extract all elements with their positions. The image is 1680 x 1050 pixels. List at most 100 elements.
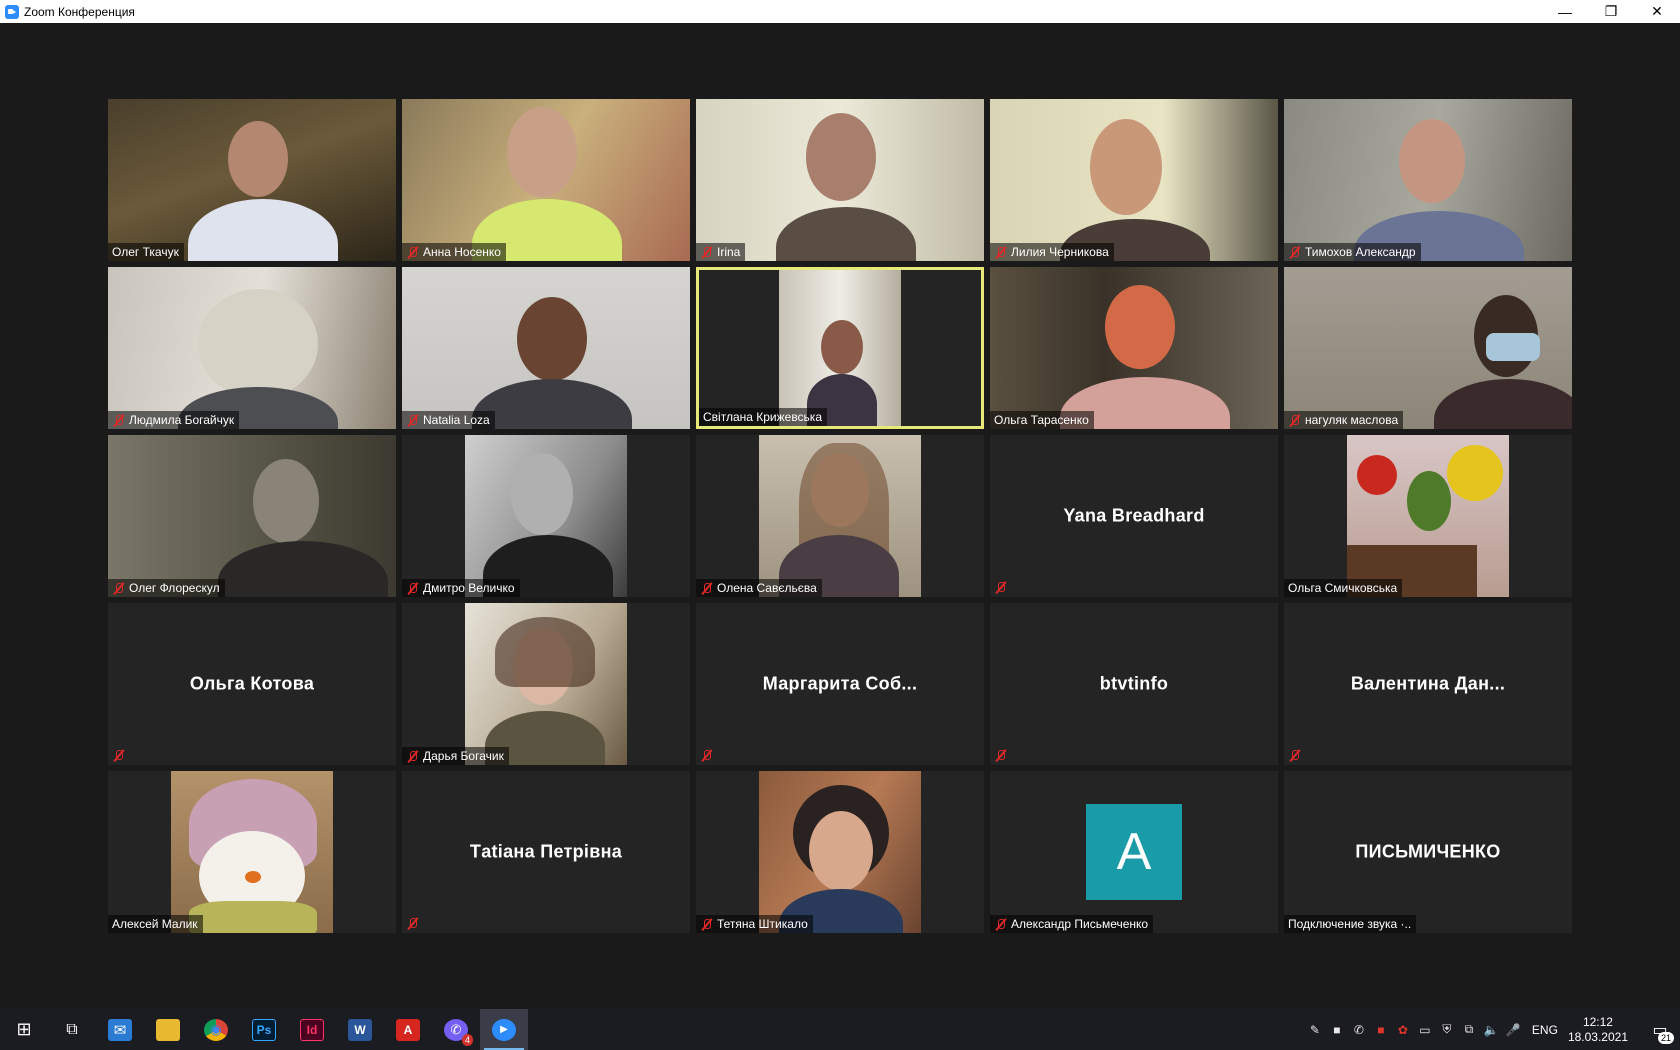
participant-tile[interactable]: Тatіана Петрівна: [402, 771, 690, 933]
restore-button[interactable]: ❐: [1588, 0, 1634, 23]
participant-display-name: Ольга Котова: [189, 673, 315, 694]
network-icon[interactable]: ▭: [1414, 1009, 1436, 1050]
zoom-tray-icon[interactable]: ■: [1326, 1009, 1348, 1050]
participant-tile[interactable]: нагуляк маслова: [1284, 267, 1572, 429]
acrobat-glyph: A: [396, 1018, 420, 1041]
task-view-icon[interactable]: ⧉: [48, 1009, 96, 1050]
participant-tile[interactable]: Irina: [696, 99, 984, 261]
file-explorer-glyph: ▬: [156, 1018, 180, 1041]
participant-tile[interactable]: Олег Флорескул: [108, 435, 396, 597]
participant-photo: [759, 771, 921, 933]
participant-tile[interactable]: Тетяна Штикало: [696, 771, 984, 933]
participant-name: Алексей Малик: [112, 917, 198, 931]
muted-mic-icon: [994, 246, 1007, 259]
participant-video: [696, 99, 984, 261]
muted-mic-icon: [700, 582, 713, 595]
input-language[interactable]: ENG: [1532, 1023, 1558, 1037]
participant-name-label: Александр Письмеченко: [990, 915, 1154, 933]
volume-icon[interactable]: 🔈: [1480, 1009, 1502, 1050]
mail-icon[interactable]: ✉: [96, 1009, 144, 1050]
title-bar: Zoom Конференция — ❐ ✕: [0, 0, 1680, 23]
file-explorer-icon[interactable]: ▬: [144, 1009, 192, 1050]
participant-name-label: Людмила Богайчук: [108, 411, 240, 429]
participant-video: [1284, 99, 1572, 261]
participant-name-label: Олег Ткачук: [108, 243, 184, 261]
muted-mic-icon: [406, 750, 419, 763]
participant-tile[interactable]: Алексей Малик: [108, 771, 396, 933]
participant-tile[interactable]: Людмила Богайчук: [108, 267, 396, 429]
participant-name-label: Дмитро Величко: [402, 579, 520, 597]
muted-mic-icon: [700, 246, 713, 259]
participant-tile[interactable]: ПИСЬМИЧЕНКО Подключение звука ·..: [1284, 771, 1572, 933]
participant-tile[interactable]: Лилия Черникова: [990, 99, 1278, 261]
participant-name: Дмитро Величко: [423, 581, 515, 595]
gallery-view: Олег Ткачук Анна Носенко Irina Лилия Чер…: [0, 23, 1680, 1009]
clock[interactable]: 12:12 18.03.2021: [1568, 1015, 1628, 1045]
participant-name: Людмила Богайчук: [129, 413, 235, 427]
muted-mic-icon: [994, 749, 1007, 762]
participant-tile[interactable]: Анна Носенко: [402, 99, 690, 261]
clock-time: 12:12: [1582, 1014, 1613, 1029]
participant-name: Дарья Богачик: [423, 749, 504, 763]
participant-tile[interactable]: Yana Breadhard: [990, 435, 1278, 597]
viber-badge: 4: [461, 1034, 473, 1046]
minimize-button[interactable]: —: [1542, 0, 1588, 23]
participant-name: Ольга Смичковська: [1288, 581, 1398, 595]
participant-display-name: Валентина Дан...: [1350, 673, 1506, 694]
participant-tile[interactable]: A Александр Письмеченко: [990, 771, 1278, 933]
viber-icon[interactable]: ✆ 4: [432, 1009, 480, 1050]
pen-icon[interactable]: ✎: [1304, 1009, 1326, 1050]
acrobat-icon[interactable]: A: [384, 1009, 432, 1050]
photoshop-icon[interactable]: Ps: [240, 1009, 288, 1050]
viber-tray-icon[interactable]: ✆: [1348, 1009, 1370, 1050]
indesign-icon[interactable]: Id: [288, 1009, 336, 1050]
participant-tile[interactable]: Natalia Loza: [402, 267, 690, 429]
participant-name-label: Алексей Малик: [108, 915, 203, 933]
participant-tile[interactable]: Ольга Смичковська: [1284, 435, 1572, 597]
muted-mic-icon: [406, 414, 419, 427]
participant-tile[interactable]: Ольга Тарасенко: [990, 267, 1278, 429]
participant-name-label: Анна Носенко: [402, 243, 506, 261]
close-button[interactable]: ✕: [1634, 0, 1680, 23]
gift-icon[interactable]: ✿: [1392, 1009, 1414, 1050]
word-icon[interactable]: W: [336, 1009, 384, 1050]
participant-name: Irina: [717, 245, 741, 259]
participant-tile[interactable]: Олена Савєльєва: [696, 435, 984, 597]
muted-mic-icon: [406, 582, 419, 595]
windows-start-icon[interactable]: ⊞: [0, 1009, 48, 1050]
chrome-icon[interactable]: ◉: [192, 1009, 240, 1050]
participant-tile[interactable]: Валентина Дан...: [1284, 603, 1572, 765]
participant-tile[interactable]: Тимохов Александр: [1284, 99, 1572, 261]
participant-name-label: Лилия Черникова: [990, 243, 1114, 261]
participant-name: Тимохов Александр: [1305, 245, 1416, 259]
participant-photo: [465, 435, 627, 597]
microphone-icon[interactable]: 🎤: [1502, 1009, 1524, 1050]
security-icon[interactable]: ⛨: [1436, 1009, 1458, 1050]
participant-video: [108, 99, 396, 261]
zoom-glyph: ▶: [492, 1018, 516, 1041]
muted-mic-icon: [700, 749, 713, 762]
participant-video: [108, 267, 396, 429]
window-title: Zoom Конференция: [24, 4, 135, 19]
adobe-tray-icon[interactable]: ■: [1370, 1009, 1392, 1050]
participant-video: [990, 99, 1278, 261]
display-icon[interactable]: ⧉: [1458, 1009, 1480, 1050]
participant-tile-active-speaker[interactable]: Світлана Крижевська: [696, 267, 984, 429]
participant-video: [108, 435, 396, 597]
participant-name: Олег Флорескул: [129, 581, 220, 595]
task-view-glyph: ⧉: [66, 1020, 78, 1038]
participant-name-label: Ольга Смичковська: [1284, 579, 1403, 597]
muted-mic-icon: [1288, 246, 1301, 259]
status-text: Подключение звука ·..: [1288, 917, 1412, 931]
participant-tile[interactable]: Ольга Котова: [108, 603, 396, 765]
participant-name-label: нагуляк маслова: [1284, 411, 1404, 429]
avatar: A: [1086, 804, 1182, 900]
notification-center-icon[interactable]: ▭ 21: [1640, 1009, 1680, 1050]
participant-tile[interactable]: Олег Ткачук: [108, 99, 396, 261]
participant-tile[interactable]: Маргарита Соб...: [696, 603, 984, 765]
participant-tile[interactable]: Дарья Богачик: [402, 603, 690, 765]
muted-mic-icon: [1288, 414, 1301, 427]
participant-tile[interactable]: btvtinfo: [990, 603, 1278, 765]
participant-tile[interactable]: Дмитро Величко: [402, 435, 690, 597]
zoom-icon[interactable]: ▶: [480, 1009, 528, 1050]
